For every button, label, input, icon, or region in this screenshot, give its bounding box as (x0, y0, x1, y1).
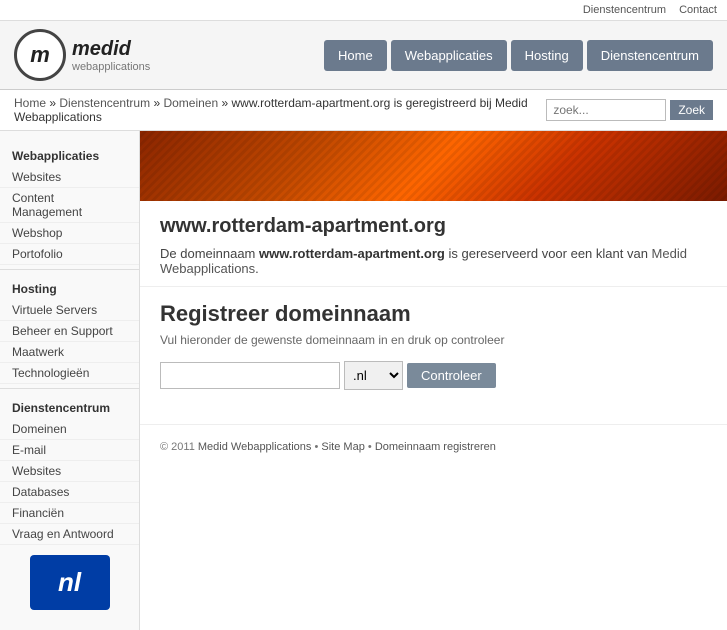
domain-desc-suffix: is gereserveerd voor een klant van (445, 246, 652, 261)
sidebar-section-hosting: Hosting (0, 274, 139, 300)
footer-copyright: © 2011 (160, 441, 195, 453)
sidebar-item-content-management[interactable]: Content Management (0, 188, 139, 223)
register-form: .nl .com .org .net .eu Controleer (160, 361, 707, 390)
content-area: www.rotterdam-apartment.org De domeinnaa… (140, 131, 727, 630)
search-area: Zoek (546, 99, 713, 121)
top-bar: Dienstencentrum Contact (0, 0, 727, 21)
sidebar-item-databases[interactable]: Databases (0, 482, 139, 503)
sidebar-item-webshop[interactable]: Webshop (0, 223, 139, 244)
sidebar-item-portofolio[interactable]: Portofolio (0, 244, 139, 265)
nl-badge: nl (30, 555, 110, 610)
breadcrumb-domeinen[interactable]: Domeinen (163, 96, 218, 110)
footer-sitemap[interactable]: Site Map (321, 441, 364, 453)
topbar-dienstencentrum-link[interactable]: Dienstencentrum (583, 4, 666, 16)
domain-name-input[interactable] (160, 362, 340, 389)
sidebar-item-beheer[interactable]: Beheer en Support (0, 321, 139, 342)
breadcrumb-home[interactable]: Home (14, 96, 46, 110)
register-description: Vul hieronder de gewenste domeinnaam in … (160, 333, 707, 347)
content-footer: © 2011 Medid Webapplications • Site Map … (140, 424, 727, 469)
domain-desc-bold: www.rotterdam-apartment.org (259, 246, 445, 261)
domain-section: www.rotterdam-apartment.org De domeinnaa… (140, 201, 727, 287)
logo: m medid webapplications (14, 29, 150, 81)
sidebar-section-dienstencentrum: Dienstencentrum (0, 393, 139, 419)
breadcrumb-bar: Home » Dienstencentrum » Domeinen » www.… (0, 90, 727, 131)
footer-domeinnaam[interactable]: Domeinnaam registreren (375, 441, 496, 453)
nav-hosting[interactable]: Hosting (511, 40, 583, 71)
breadcrumb: Home » Dienstencentrum » Domeinen » www.… (14, 96, 546, 124)
domain-description: De domeinnaam www.rotterdam-apartment.or… (160, 246, 707, 276)
sidebar-item-technologieen[interactable]: Technologieën (0, 363, 139, 384)
sidebar-item-virtuele-servers[interactable]: Virtuele Servers (0, 300, 139, 321)
header: m medid webapplications Home Webapplicat… (0, 21, 727, 90)
topbar-contact-link[interactable]: Contact (679, 4, 717, 16)
nav-webapplicaties[interactable]: Webapplicaties (391, 40, 507, 71)
nav-dienstencentrum[interactable]: Dienstencentrum (587, 40, 713, 71)
sidebar-section-webapplicaties: Webapplicaties (0, 141, 139, 167)
sidebar-item-email[interactable]: E-mail (0, 440, 139, 461)
domain-desc-prefix: De domeinnaam (160, 246, 259, 261)
sidebar: Webapplicaties Websites Content Manageme… (0, 131, 140, 630)
nav-buttons: Home Webapplicaties Hosting Dienstencent… (324, 40, 713, 71)
register-section: Registreer domeinnaam Vul hieronder de g… (140, 287, 727, 404)
nav-home[interactable]: Home (324, 40, 387, 71)
breadcrumb-dienstencentrum[interactable]: Dienstencentrum (59, 96, 150, 110)
sidebar-item-websites[interactable]: Websites (0, 167, 139, 188)
sidebar-item-domeinen[interactable]: Domeinen (0, 419, 139, 440)
footer-company[interactable]: Medid Webapplications (198, 441, 312, 453)
banner-image (140, 131, 727, 201)
sidebar-divider-1 (0, 269, 139, 270)
tld-select[interactable]: .nl .com .org .net .eu (344, 361, 403, 390)
sidebar-item-financien[interactable]: Financiën (0, 503, 139, 524)
domain-desc-end: . (255, 261, 259, 276)
logo-icon: m (14, 29, 66, 81)
search-button[interactable]: Zoek (670, 100, 713, 120)
search-input[interactable] (546, 99, 666, 121)
main-layout: Webapplicaties Websites Content Manageme… (0, 131, 727, 630)
register-title: Registreer domeinnaam (160, 301, 707, 327)
domain-title: www.rotterdam-apartment.org (160, 215, 707, 238)
sidebar-divider-2 (0, 388, 139, 389)
logo-name: medid (72, 38, 150, 61)
check-button[interactable]: Controleer (407, 363, 496, 388)
logo-sub: webapplications (72, 61, 150, 73)
sidebar-item-vraag-antwoord[interactable]: Vraag en Antwoord (0, 524, 139, 545)
sidebar-item-maatwerk[interactable]: Maatwerk (0, 342, 139, 363)
logo-text-block: medid webapplications (72, 38, 150, 73)
sidebar-item-websites-dc[interactable]: Websites (0, 461, 139, 482)
